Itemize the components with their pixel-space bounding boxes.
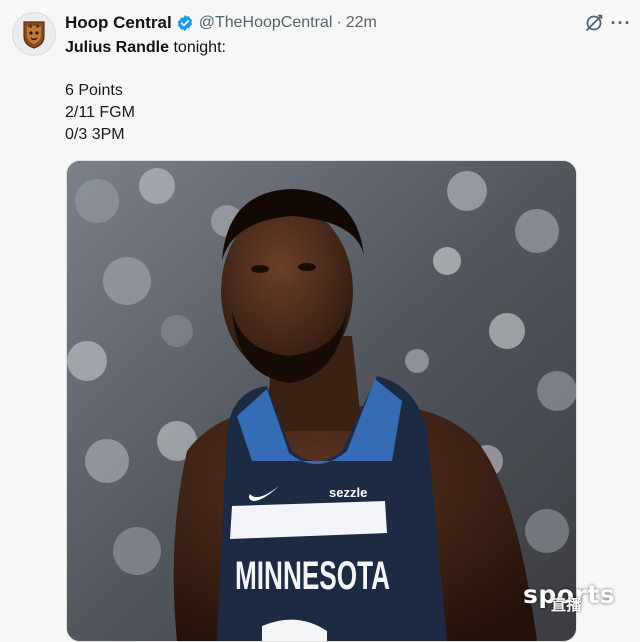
stat-line: 0/3 3PM — [65, 126, 125, 143]
player-photo: sezzle MINNESOTA — [67, 161, 576, 641]
tweet-header: Hoop Central @TheHoopCentral · 22m — [65, 12, 377, 34]
player-name: Julius Randle — [65, 39, 170, 56]
display-name[interactable]: Hoop Central — [65, 13, 172, 33]
watermark: sports 直播 — [523, 580, 615, 614]
verified-badge-icon — [176, 14, 194, 32]
hoop-central-logo-icon — [23, 21, 45, 49]
stat-line: 6 Points — [65, 82, 123, 99]
more-options-icon[interactable]: ··· — [610, 12, 632, 34]
tweet-lead: Julius Randle tonight: — [65, 37, 226, 59]
jersey-text: MINNESOTA — [235, 554, 390, 598]
timestamp[interactable]: 22m — [346, 14, 377, 32]
tweet-photo[interactable]: sezzle MINNESOTA — [66, 160, 577, 642]
user-handle[interactable]: @TheHoopCentral — [199, 14, 333, 32]
sponsor-text: sezzle — [329, 485, 367, 500]
grok-icon[interactable] — [583, 12, 605, 34]
stat-line: 2/11 FGM — [65, 104, 135, 121]
watermark-sub: 直播 — [551, 596, 583, 614]
lead-text: tonight: — [169, 39, 226, 56]
avatar[interactable] — [12, 12, 56, 56]
tweet: Hoop Central @TheHoopCentral · 22m ··· J… — [0, 0, 640, 642]
stat-list: 6 Points 2/11 FGM 0/3 3PM — [65, 80, 135, 146]
separator-dot: · — [336, 14, 342, 31]
